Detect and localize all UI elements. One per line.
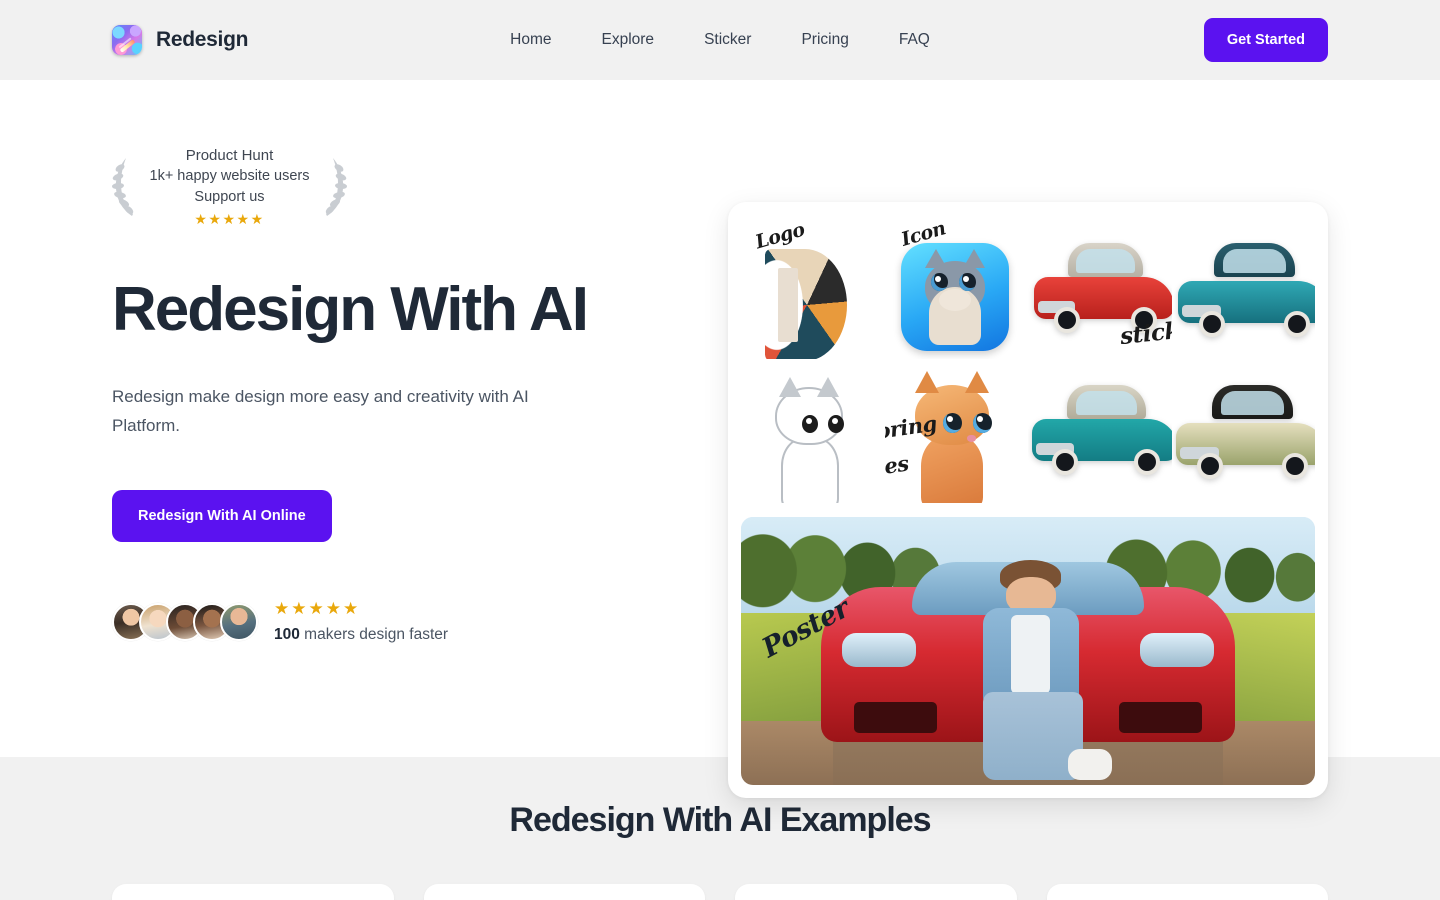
avatar-group (112, 602, 258, 641)
makers-count-text: 100 makers design faster (274, 626, 448, 644)
red-classic-car-sticker: stickers (1028, 215, 1172, 359)
teal-roadster-sticker (1028, 359, 1172, 503)
laurel-wreath-left-icon (112, 157, 134, 216)
outline-cat-coloring-page (741, 359, 885, 503)
badge-star-rating: ★★★★★ (194, 211, 265, 227)
orange-cat-illustration: coloring pages (884, 359, 1028, 503)
poster-image: Poster (741, 517, 1315, 785)
badge-text: Product Hunt 1k+ happy website users Sup… (138, 145, 321, 228)
product-hunt-badge[interactable]: Product Hunt 1k+ happy website users Sup… (112, 145, 347, 228)
badge-support: Support us (194, 189, 265, 205)
examples-title: Redesign With AI Examples (509, 801, 931, 839)
hero-section: Product Hunt 1k+ happy website users Sup… (0, 80, 1440, 798)
social-proof-text: ★★★★★ 100 makers design faster (274, 599, 448, 644)
cream-vintage-car-sticker (1171, 359, 1315, 503)
hero-visual-card: Logo Icon stickers coloring pages Poster (728, 202, 1328, 798)
makers-count: 100 (274, 626, 300, 644)
paintbrush-gradient-icon (112, 25, 142, 55)
social-star-rating: ★★★★★ (274, 599, 361, 619)
example-card-mug[interactable]: Redesign Mug With AI (1046, 884, 1328, 900)
examples-card-grid: Redesign ICON With AI Redesign Logo With… (0, 884, 1440, 900)
nav-item-home[interactable]: Home (510, 31, 551, 49)
nav-item-explore[interactable]: Explore (602, 31, 655, 49)
example-card-logo[interactable]: Redesign Logo With AI (423, 884, 705, 900)
example-card-icon[interactable]: Redesign ICON With AI (112, 884, 394, 900)
hero-content: Product Hunt 1k+ happy website users Sup… (112, 80, 712, 757)
letter-d-logo-artwork: Logo (741, 215, 885, 359)
makers-label: makers design faster (299, 626, 449, 644)
redesign-online-button[interactable]: Redesign With AI Online (112, 490, 332, 543)
nav-item-sticker[interactable]: Sticker (704, 31, 751, 49)
badge-title: Product Hunt (185, 147, 274, 164)
nav-item-faq[interactable]: FAQ (899, 31, 930, 49)
showcase-collage: Logo Icon stickers coloring pages (741, 215, 1315, 503)
page-title: Redesign With AI (112, 275, 589, 344)
hero-subtitle: Redesign make design more easy and creat… (112, 387, 529, 436)
example-card-sticker[interactable]: Redesign Sticker With AI (735, 884, 1017, 900)
laurel-wreath-right-icon (325, 157, 347, 216)
badge-users: 1k+ happy website users (149, 168, 310, 184)
site-header: Redesign Home Explore Sticker Pricing FA… (0, 0, 1440, 80)
avatar (220, 602, 258, 641)
cat-app-icon-artwork: Icon (884, 215, 1028, 359)
social-proof: ★★★★★ 100 makers design faster (112, 599, 712, 644)
brand-name: Redesign (156, 28, 249, 51)
teal-classic-car-sticker (1171, 215, 1315, 359)
main-navigation: Home Explore Sticker Pricing FAQ (510, 31, 930, 49)
nav-item-pricing[interactable]: Pricing (801, 31, 848, 49)
get-started-button[interactable]: Get Started (1203, 18, 1328, 62)
brand-logo-link[interactable]: Redesign (112, 25, 248, 55)
